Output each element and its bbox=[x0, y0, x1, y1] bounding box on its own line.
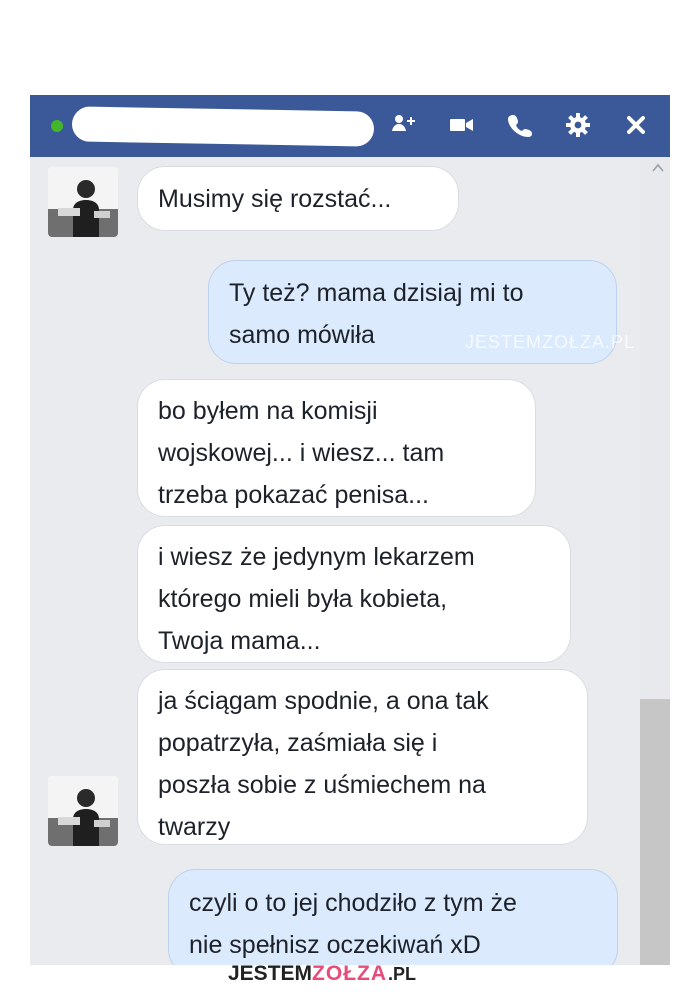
scroll-up-arrow-icon[interactable] bbox=[651, 161, 665, 173]
outgoing-message-bubble[interactable]: czyli o to jej chodziło z tym że nie spe… bbox=[168, 869, 618, 965]
message-text-line: twarzy bbox=[158, 813, 231, 841]
message-text-line: poszła sobie z uśmiechem na bbox=[158, 771, 486, 799]
scrollbar-track[interactable] bbox=[640, 157, 670, 965]
message-text-line: ja ściągam spodnie, a ona tak bbox=[158, 687, 489, 715]
watermark-text: JESTEMZOŁZA.PL bbox=[465, 332, 636, 352]
message-text-line: trzeba pokazać penisa... bbox=[158, 481, 429, 509]
message-text-line: czyli o to jej chodziło z tym że bbox=[189, 889, 517, 917]
watermark-logo: JESTEM ZOŁZA .PL bbox=[228, 958, 416, 990]
chat-window: Musimy się rozstać... Ty też? mama dzisi… bbox=[30, 95, 670, 965]
phone-call-icon[interactable] bbox=[505, 110, 535, 140]
logo-part-one: JESTEM bbox=[228, 962, 313, 985]
logo-part-three: .PL bbox=[388, 963, 417, 984]
message-text-line: popatrzyła, zaśmiała się i bbox=[158, 729, 438, 757]
contact-name-redaction bbox=[71, 106, 375, 147]
video-call-icon[interactable] bbox=[446, 110, 476, 140]
logo-part-two: ZOŁZA bbox=[312, 962, 388, 985]
message-text-line: Twoja mama... bbox=[158, 627, 321, 655]
close-icon[interactable] bbox=[621, 110, 651, 140]
contact-avatar[interactable] bbox=[48, 167, 118, 237]
online-status-dot bbox=[51, 120, 63, 132]
message-text-line: którego mieli była kobieta, bbox=[158, 585, 448, 613]
message-text-line: Musimy się rozstać... bbox=[158, 185, 392, 213]
incoming-message-bubble[interactable]: i wiesz że jedynym lekarzem którego miel… bbox=[137, 525, 571, 663]
scrollbar-thumb[interactable] bbox=[640, 699, 670, 965]
message-text-line: bo byłem na komisji bbox=[158, 397, 378, 425]
incoming-message-bubble[interactable]: Musimy się rozstać... bbox=[137, 166, 459, 231]
contact-avatar[interactable] bbox=[48, 776, 118, 846]
incoming-message-bubble[interactable]: ja ściągam spodnie, a ona tak popatrzyła… bbox=[137, 669, 588, 845]
incoming-message-bubble[interactable]: bo byłem na komisji wojskowej... i wiesz… bbox=[137, 379, 536, 517]
settings-gear-icon[interactable] bbox=[563, 110, 593, 140]
message-text-line: i wiesz że jedynym lekarzem bbox=[158, 543, 475, 571]
message-text-line: wojskowej... i wiesz... tam bbox=[158, 439, 445, 467]
message-text-line: Ty też? mama dzisiaj mi to bbox=[229, 279, 524, 307]
outgoing-message-bubble[interactable]: Ty też? mama dzisiaj mi to samo mówiła J… bbox=[208, 260, 634, 364]
add-person-icon[interactable] bbox=[388, 110, 418, 140]
chat-header bbox=[30, 95, 670, 157]
